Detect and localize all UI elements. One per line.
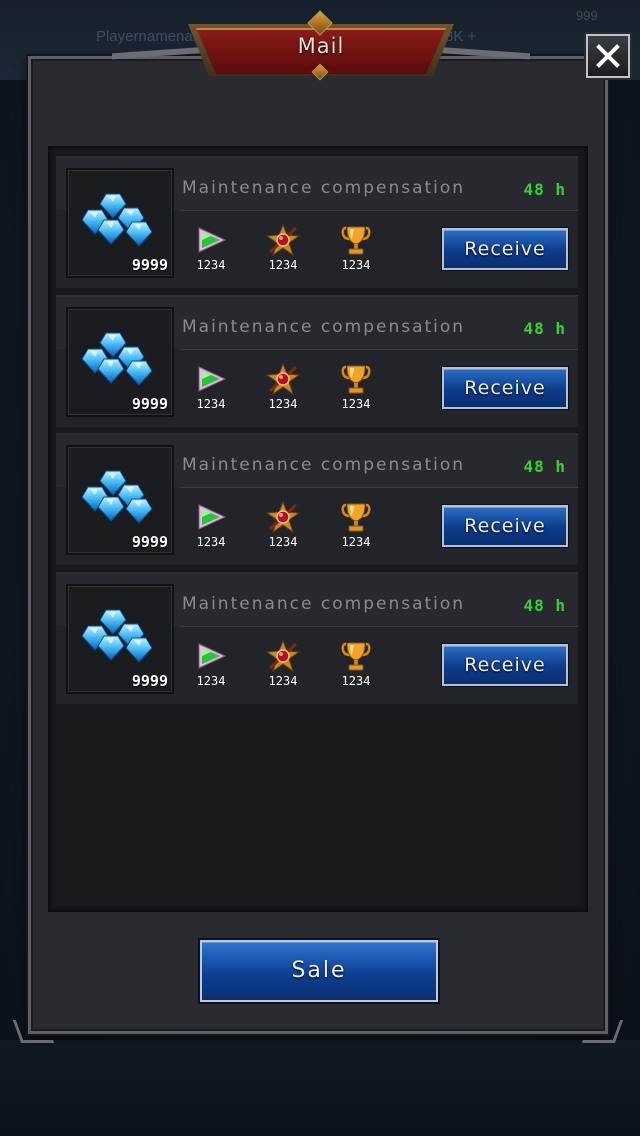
reward-count: 1234 (196, 535, 226, 549)
reward-item: 1234 (263, 501, 303, 549)
background-bottom (0, 1040, 640, 1136)
mail-item: 9999 Maintenance compensation 48 h 1234 … (56, 572, 578, 704)
receive-button[interactable]: Receive (442, 644, 568, 686)
reward-count: 1234 (341, 258, 371, 272)
main-item-slot[interactable]: 9999 (66, 307, 174, 417)
reward-item: 1234 (263, 224, 303, 272)
reward-item: 1234 (336, 640, 376, 688)
mail-item: 9999 Maintenance compensation 48 h 1234 … (56, 156, 578, 288)
reward-item: 1234 (191, 640, 231, 688)
sale-button[interactable]: Sale (200, 940, 438, 1002)
diamond-pile-icon (81, 470, 153, 524)
red-star-medal-icon (266, 640, 300, 672)
diamond-pile-icon (81, 193, 153, 247)
mail-divider (180, 626, 578, 627)
reward-count: 1234 (196, 674, 226, 688)
main-item-count: 9999 (131, 395, 168, 413)
mail-title: Maintenance compensation (182, 178, 466, 198)
diamond-pile-icon (81, 609, 153, 663)
mail-divider (180, 487, 578, 488)
mail-item: 9999 Maintenance compensation 48 h 1234 … (56, 433, 578, 565)
reward-item: 1234 (336, 501, 376, 549)
gold-trophy-icon (341, 226, 371, 255)
reward-count: 1234 (341, 397, 371, 411)
reward-item: 1234 (263, 363, 303, 411)
gold-trophy-icon (341, 642, 371, 671)
diamond-pile-icon (81, 332, 153, 386)
reward-item: 1234 (191, 224, 231, 272)
green-arrow-gem-icon (198, 227, 227, 253)
reward-count: 1234 (268, 674, 298, 688)
reward-count: 1234 (268, 258, 298, 272)
main-item-count: 9999 (131, 533, 168, 551)
mail-divider (180, 210, 578, 211)
red-star-medal-icon (266, 501, 300, 533)
close-button[interactable] (586, 34, 630, 78)
reward-count: 1234 (268, 397, 298, 411)
mail-title: Maintenance compensation (182, 455, 466, 475)
main-item-count: 9999 (131, 256, 168, 274)
reward-item: 1234 (336, 363, 376, 411)
main-item-slot[interactable]: 9999 (66, 445, 174, 555)
green-arrow-gem-icon (198, 643, 227, 669)
mail-time-remaining: 48 h (523, 319, 566, 338)
main-item-count: 9999 (131, 672, 168, 690)
reward-item: 1234 (191, 363, 231, 411)
receive-button[interactable]: Receive (442, 367, 568, 409)
page-title: Mail (297, 34, 345, 58)
reward-count: 1234 (196, 397, 226, 411)
main-item-slot[interactable]: 9999 (66, 168, 174, 278)
reward-count: 1234 (196, 258, 226, 272)
mail-divider (180, 349, 578, 350)
red-star-medal-icon (266, 363, 300, 395)
green-arrow-gem-icon (198, 504, 227, 530)
receive-button[interactable]: Receive (442, 505, 568, 547)
background-corner-value: 999 (576, 8, 598, 23)
gold-trophy-icon (341, 503, 371, 532)
mail-time-remaining: 48 h (523, 457, 566, 476)
receive-button[interactable]: Receive (442, 228, 568, 270)
reward-item: 1234 (263, 640, 303, 688)
close-icon (596, 44, 620, 68)
mail-time-remaining: 48 h (523, 180, 566, 199)
reward-count: 1234 (341, 535, 371, 549)
gold-trophy-icon (341, 365, 371, 394)
mail-title: Maintenance compensation (182, 317, 466, 337)
green-arrow-gem-icon (198, 366, 227, 392)
reward-item: 1234 (191, 501, 231, 549)
mail-title: Maintenance compensation (182, 594, 466, 614)
main-item-slot[interactable]: 9999 (66, 584, 174, 694)
reward-count: 1234 (268, 535, 298, 549)
reward-count: 1234 (341, 674, 371, 688)
mail-item: 9999 Maintenance compensation 48 h 1234 … (56, 295, 578, 427)
reward-item: 1234 (336, 224, 376, 272)
mail-time-remaining: 48 h (523, 596, 566, 615)
red-star-medal-icon (266, 224, 300, 256)
